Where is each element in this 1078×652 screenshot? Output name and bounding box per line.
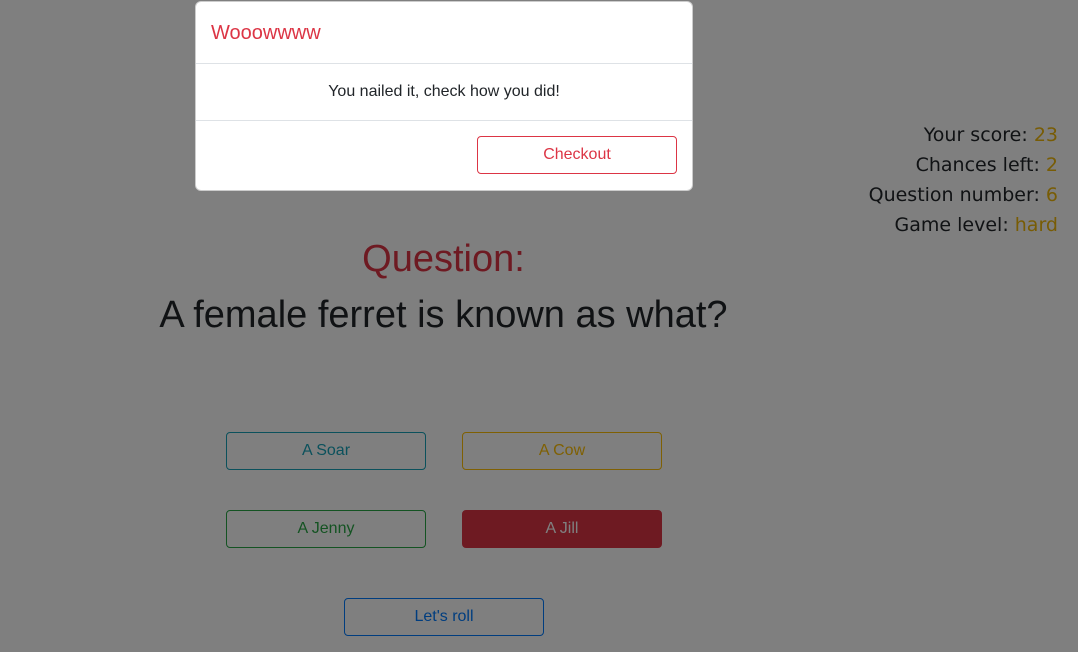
- result-modal: Wooowwww You nailed it, check how you di…: [195, 1, 693, 191]
- modal-header: Wooowwww: [196, 2, 692, 64]
- modal-title: Wooowwww: [211, 22, 321, 44]
- checkout-button[interactable]: Checkout: [477, 136, 677, 174]
- modal-footer: Checkout: [196, 121, 692, 190]
- modal-message: You nailed it, check how you did!: [196, 64, 692, 121]
